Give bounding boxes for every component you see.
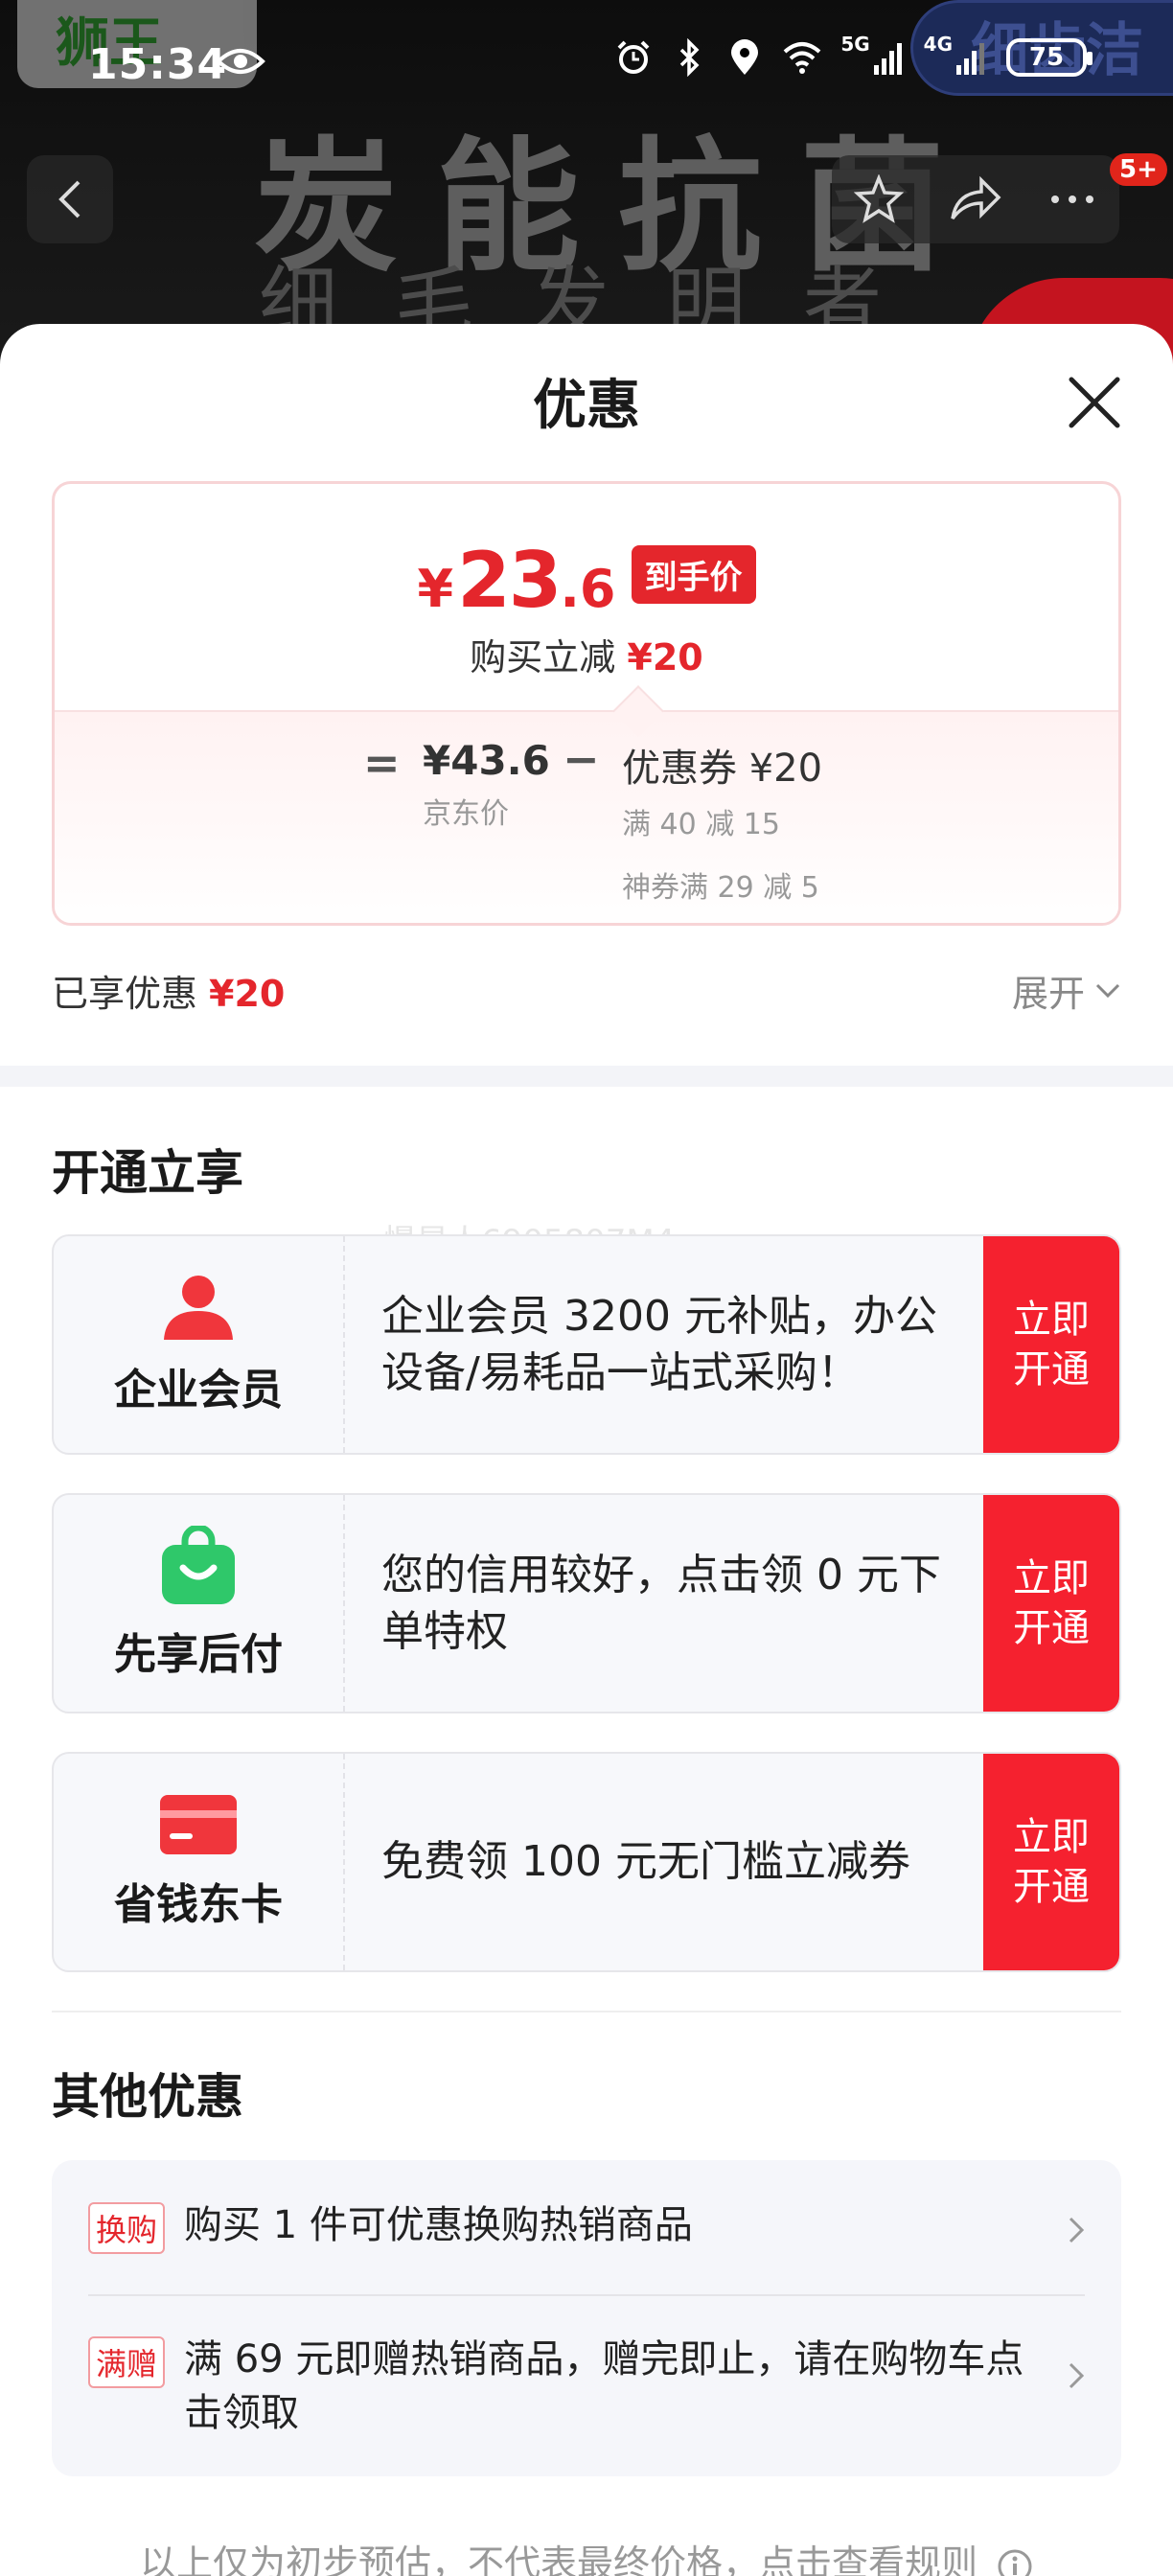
card-description: 企业会员 3200 元补贴，办公设备/易耗品一站式采购！ [381,1291,937,1397]
discount-sheet: 优惠 ¥ 23 .6 到手价 购买立减 ¥20 = ¥43.6 京东价 − 优惠… [0,324,1173,2576]
other-deals-list: 换购 购买 1 件可优惠换购热销商品 满赠 满 69 元即赠热销商品，赠完即止，… [52,2160,1121,2476]
price-breakdown: = ¥43.6 京东价 − 优惠券 ¥20 满 40 减 15 神券满 29 减… [55,685,1118,923]
expand-label: 展开 [1011,973,1085,1015]
back-button[interactable] [27,155,113,243]
card-description: 您的信用较好，点击领 0 元下单特权 [381,1550,941,1656]
card-description: 免费领 100 元无门槛立减券 [381,1837,910,1887]
reduction-label: 购买立减 [470,636,616,678]
alarm-icon [617,40,650,74]
star-icon[interactable] [854,174,905,224]
bluetooth-icon [680,38,700,77]
battery-indicator: 75 [1006,38,1092,77]
eye-icon [216,49,265,74]
open-now-button[interactable]: 立即 开通 [983,1495,1119,1712]
deal-text: 购买 1 件可优惠换购热销商品 [184,2203,693,2247]
enjoyed-discount: 已享优惠 ¥20 [52,964,285,1017]
membership-card-pay-later: 先享后付 您的信用较好，点击领 0 元下单特权 立即 开通 [52,1493,1121,1714]
shopping-bag-icon [162,1526,235,1604]
more-icon[interactable] [1047,190,1097,209]
nav-action-group [832,155,1119,243]
deal-tag: 换购 [88,2202,166,2254]
divider-line [52,2011,1121,2012]
message-badge: 5+ [1110,153,1167,186]
card-name: 先享后付 [114,1630,283,1679]
info-icon [998,2549,1032,2576]
price-integer: 23 [457,536,562,625]
open-now-button[interactable]: 立即 开通 [983,1236,1119,1453]
deal-text: 满 69 元即赠热销商品，赠完即止，请在购物车点击领取 [184,2337,1024,2435]
status-icons: 5G 4G 75 [614,33,1092,77]
section-divider [0,1066,1173,1087]
price-currency: ¥ [417,559,454,619]
sheet-title: 优惠 [533,375,640,437]
enjoyed-label: 已享优惠 [52,973,198,1015]
reduction-value: ¥20 [627,636,703,678]
card-name: 企业会员 [114,1366,283,1414]
person-icon [164,1276,233,1340]
chevron-left-icon [58,180,80,218]
card-name: 省钱东卡 [114,1880,283,1929]
share-icon[interactable] [949,174,1002,224]
jd-price-value: ¥43.6 [423,737,550,784]
status-bar: 15:34 5G 4G 75 [0,0,1173,134]
net-label-2: 4G [923,33,953,56]
footer-note[interactable]: 以上仅为初步预估，不代表最终价格，点击查看规则 [0,2534,1173,2576]
signal-bars-icon [873,43,902,75]
expand-button[interactable]: 展开 [1012,964,1121,1017]
open-section-title: 开通立享 [52,1145,243,1201]
footer-note-text: 以上仅为初步预估，不代表最终价格，点击查看规则 [139,2542,978,2576]
final-price-tag: 到手价 [631,545,756,604]
equals-sign: = [363,737,401,789]
deal-item-exchange[interactable]: 换购 购买 1 件可优惠换购热销商品 [88,2198,1085,2254]
coupon-detail-1: 满 40 减 15 [622,808,780,841]
deal-divider [88,2294,1085,2296]
deal-item-gift[interactable]: 满赠 满 69 元即赠热销商品，赠完即止，请在购物车点击领取 [88,2333,1085,2440]
minus-sign: − [563,733,600,785]
card-left: 企业会员 [54,1236,345,1453]
membership-card-enterprise: 企业会员 企业会员 3200 元补贴，办公设备/易耗品一站式采购！ 立即 开通 [52,1234,1121,1455]
status-time: 15:34 [88,40,228,89]
deal-tag: 满赠 [88,2336,166,2388]
price-card: ¥ 23 .6 到手价 购买立减 ¥20 = ¥43.6 京东价 − 优惠券 ¥… [52,481,1121,926]
jd-price-column: ¥43.6 京东价 [423,737,550,832]
signal-4g: 4G [924,33,989,75]
card-left: 省钱东卡 [54,1754,345,1970]
signal-5g: 5G [840,33,906,75]
final-price: ¥ 23 .6 到手价 [55,536,1118,625]
coupon-column: 优惠券 ¥20 满 40 减 15 神券满 29 减 5 [622,737,822,906]
other-section-title: 其他优惠 [52,2069,243,2125]
location-icon [731,39,759,75]
open-now-button[interactable]: 立即 开通 [983,1754,1119,1970]
final-price-block: ¥ 23 .6 到手价 购买立减 ¥20 [55,484,1118,714]
net-label-1: 5G [840,33,870,56]
wifi-icon [783,42,821,74]
close-icon[interactable] [1066,374,1123,431]
jd-price-label: 京东价 [423,797,509,831]
chevron-down-icon [1095,983,1120,998]
coupon-detail-2: 神券满 29 减 5 [622,871,819,905]
chevron-right-icon [1069,2362,1085,2389]
membership-card-saving: 省钱东卡 免费领 100 元无门槛立减券 立即 开通 [52,1752,1121,1972]
price-decimal: .6 [560,559,616,619]
signal-bars-icon [956,43,984,75]
card-left: 先享后付 [54,1495,345,1712]
coupon-value: 优惠券 ¥20 [622,747,823,791]
credit-card-icon [160,1795,237,1854]
chevron-right-icon [1069,2217,1085,2243]
enjoyed-value: ¥20 [209,973,286,1015]
instant-reduction: 购买立减 ¥20 [55,628,1118,680]
